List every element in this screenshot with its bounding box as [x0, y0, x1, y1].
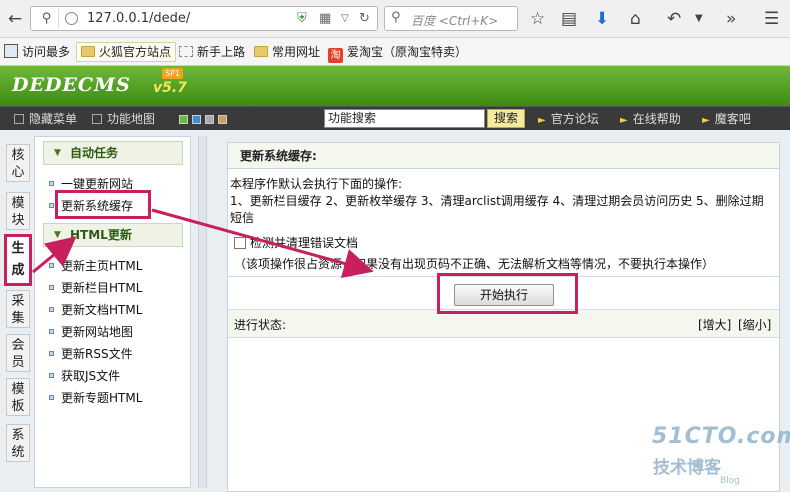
reading-list-icon[interactable]: ▤ [561, 9, 577, 29]
menu-highlight-box [55, 190, 151, 219]
watermark-sub: Blog [720, 476, 740, 486]
menu-item-get-js[interactable]: 获取JS文件 [49, 367, 120, 385]
bullet-icon: ► [620, 115, 628, 126]
bullet-icon: ► [702, 115, 710, 126]
help-link[interactable]: ► 在线帮助 [620, 111, 681, 129]
menu-group-auto-tasks[interactable]: ▼ 自动任务 [43, 141, 183, 165]
app-header: DEDECMS v5.7 SP1 [0, 66, 790, 106]
bullet-icon [49, 285, 54, 290]
shield-icon[interactable]: ⛨ [297, 11, 307, 27]
menu-item-update-home[interactable]: 更新主页HTML [49, 257, 142, 275]
url-text[interactable]: 127.0.0.1/dede/ [87, 11, 190, 26]
menu-group-html-update[interactable]: ▼ HTML更新 [43, 223, 183, 247]
search-placeholder[interactable]: 百度 <Ctrl+K> [411, 12, 498, 29]
qr-code-icon[interactable]: ▦ [319, 11, 331, 27]
shrink-link[interactable]: [缩小] [738, 316, 771, 333]
tab-system[interactable]: 系统 [6, 424, 30, 462]
bullet-icon [49, 181, 54, 186]
back-arrow-icon[interactable]: ← [8, 9, 22, 29]
progress-row: 进行状态: [增大] [缩小] [228, 310, 779, 338]
function-search-button[interactable]: 搜索 [487, 109, 525, 128]
tab-collect[interactable]: 采集 [6, 290, 30, 328]
version-label: v5.7 [153, 80, 187, 96]
hide-menu-icon [14, 114, 24, 124]
progress-label: 进行状态: [234, 318, 287, 332]
bookmarks-bar: 访问最多 火狐官方站点 新手上路 常用网址 淘爱淘宝（原淘宝特卖） [0, 38, 790, 66]
folder-icon [179, 46, 193, 57]
sp-badge: SP1 [162, 68, 183, 79]
menu-item-update-columns[interactable]: 更新栏目HTML [49, 279, 142, 297]
moke-link[interactable]: ► 魔客吧 [702, 111, 751, 129]
bullet-icon [49, 203, 54, 208]
check-errors-checkbox[interactable] [234, 237, 246, 249]
bullet-icon [49, 395, 54, 400]
folder-icon [254, 46, 268, 57]
menu-item-update-topics[interactable]: 更新专题HTML [49, 389, 142, 407]
taobao-icon: 淘 [328, 48, 343, 63]
column-splitter[interactable] [198, 136, 207, 488]
description: 本程序作默认会执行下面的操作: 1、更新栏目缓存 2、更新枚举缓存 3、清理ar… [230, 176, 775, 227]
description-line-1: 本程序作默认会执行下面的操作: [230, 177, 403, 191]
undo-icon[interactable]: ↶ [667, 9, 681, 29]
address-bar[interactable]: ⚲ 127.0.0.1/dede/ ⛨ ▦ ▽ ↻ [30, 6, 378, 31]
bullet-icon [49, 351, 54, 356]
bullet-icon: ► [538, 115, 546, 126]
reload-icon[interactable]: ↻ [359, 11, 370, 27]
grid-icon [92, 114, 102, 124]
watermark-logo: 51CTO.com [652, 424, 790, 449]
search-bar[interactable]: ⚲ 百度 <Ctrl+K> [384, 6, 518, 31]
gray-skin-swatch[interactable] [205, 115, 214, 124]
tab-modules[interactable]: 模块 [6, 192, 30, 230]
download-icon[interactable]: ⬇ [595, 9, 609, 29]
site-map-link[interactable]: 功能地图 [92, 111, 155, 127]
bookmark-common-sites[interactable]: 常用网址 [254, 43, 320, 61]
dedecms-logo: DEDECMS [12, 74, 131, 96]
collapse-triangle-icon: ▼ [54, 148, 61, 158]
bookmark-aitaobao[interactable]: 淘爱淘宝（原淘宝特卖） [328, 43, 467, 63]
forum-link[interactable]: ► 官方论坛 [538, 111, 599, 129]
menu-item-update-rss[interactable]: 更新RSS文件 [49, 345, 133, 363]
panel-title: 更新系统缓存: [228, 143, 779, 169]
green-skin-swatch[interactable] [179, 115, 188, 124]
bookmark-getting-started[interactable]: 新手上路 [179, 43, 245, 61]
hide-menu-link[interactable]: 隐藏菜单 [14, 111, 77, 127]
tab-members[interactable]: 会员 [6, 334, 30, 372]
bullet-icon [49, 307, 54, 312]
bookmark-most-visited[interactable]: 访问最多 [4, 43, 70, 61]
sub-menu: ▼ 自动任务 一键更新网站 更新系统缓存 ▼ HTML更新 更新主页HTML 更新栏… [34, 136, 191, 488]
description-line-2: 1、更新栏目缓存 2、更新枚举缓存 3、清理arclist调用缓存 4、清理过期… [230, 194, 764, 225]
tab-generate[interactable]: 生成 [4, 234, 32, 286]
menu-item-update-docs[interactable]: 更新文档HTML [49, 301, 142, 319]
home-icon[interactable]: ⌂ [630, 9, 641, 29]
search-icon: ⚲ [391, 10, 401, 25]
check-errors-option[interactable]: 检测并清理错误文档 [234, 235, 358, 251]
bookmarks-icon [4, 44, 18, 58]
overflow-icon[interactable]: » [726, 9, 736, 29]
enlarge-link[interactable]: [增大] [698, 316, 731, 333]
resource-warning: （该项操作很占资源，如果没有出现页码不正确、无法解析文档等情况，不要执行本操作） [234, 257, 715, 271]
collapse-triangle-icon: ▼ [54, 230, 61, 240]
menu-dropdown-icon[interactable]: ▼ [695, 9, 703, 29]
bullet-icon [49, 373, 54, 378]
site-identity-icon[interactable]: ⚲ [35, 9, 59, 28]
folder-icon [81, 46, 95, 57]
menu-item-update-sitemap[interactable]: 更新网站地图 [49, 323, 133, 341]
hamburger-menu-icon[interactable]: ☰ [764, 9, 779, 29]
tab-templates[interactable]: 模板 [6, 378, 30, 416]
dropdown-icon[interactable]: ▽ [341, 11, 349, 27]
bullet-icon [49, 329, 54, 334]
button-highlight-box [437, 273, 578, 314]
top-nav: 隐藏菜单 功能地图 功能搜索 搜索 ► 官方论坛 ► 在线帮助 ► 魔客吧 [0, 106, 790, 130]
bullet-icon [49, 263, 54, 268]
globe-icon [65, 12, 78, 25]
browser-toolbar: ← ⚲ 127.0.0.1/dede/ ⛨ ▦ ▽ ↻ ⚲ 百度 <Ctrl+K… [0, 0, 790, 38]
watermark-blog: 技术博客 [653, 458, 721, 478]
brown-skin-swatch[interactable] [218, 115, 227, 124]
bookmark-star-icon[interactable]: ☆ [530, 9, 545, 29]
bookmark-firefox-site[interactable]: 火狐官方站点 [76, 42, 177, 62]
function-search-input[interactable]: 功能搜索 [324, 109, 485, 128]
blue-skin-swatch[interactable] [192, 115, 201, 124]
tab-core[interactable]: 核心 [6, 144, 30, 182]
